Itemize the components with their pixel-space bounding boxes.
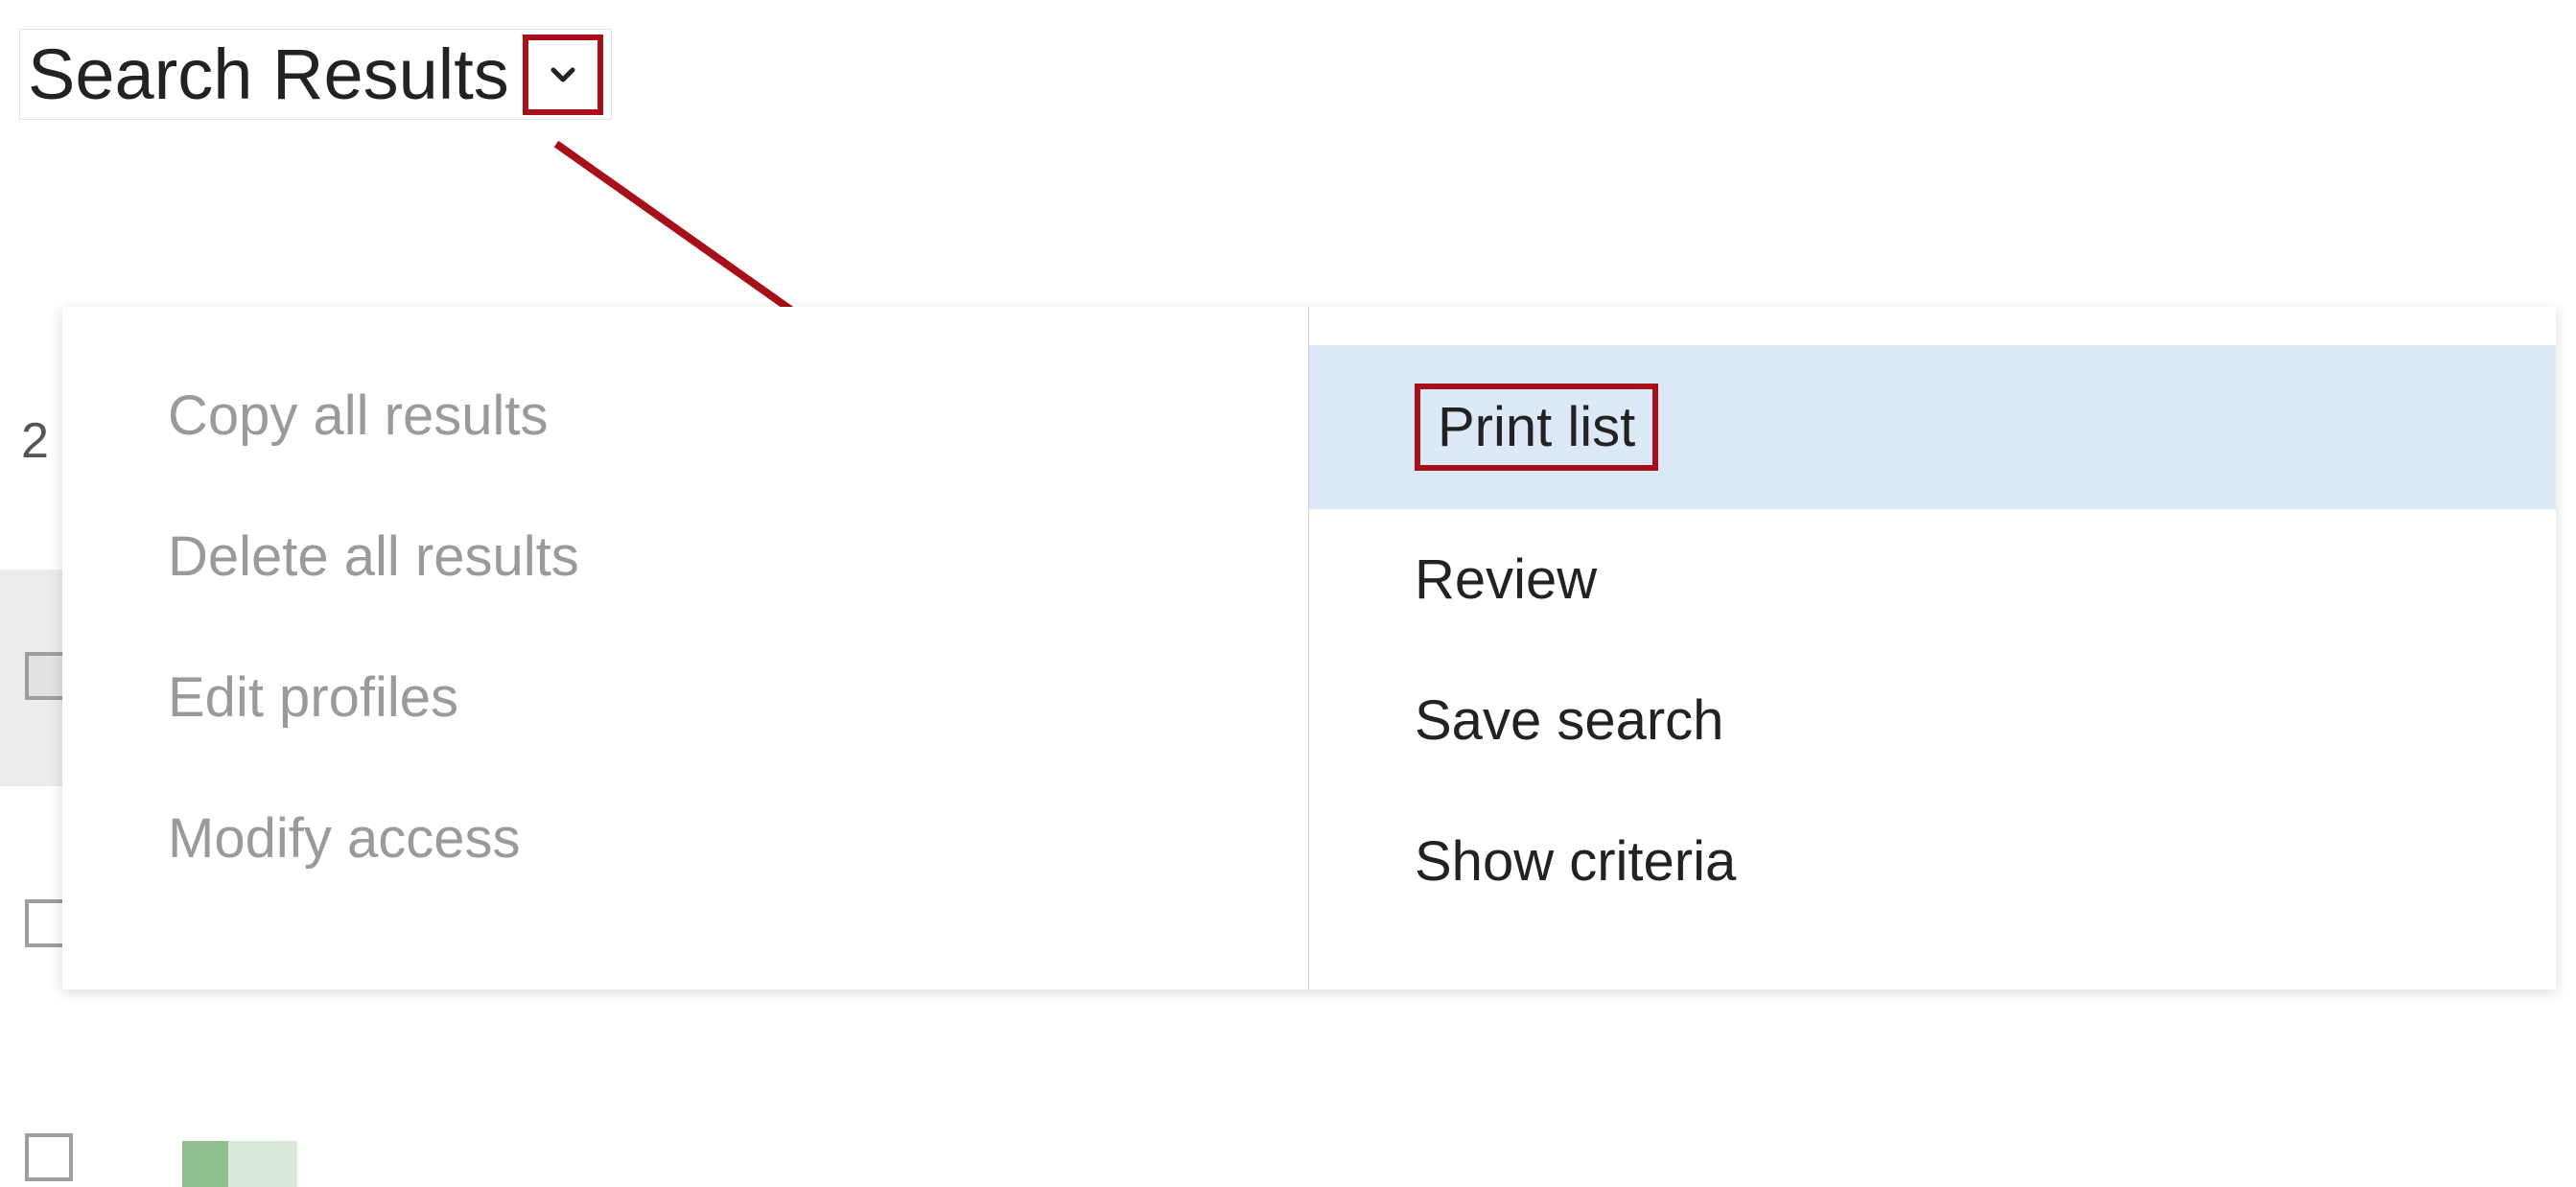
menu-item-label: Show criteria [1415, 829, 1736, 894]
menu-item-label: Modify access [168, 806, 520, 871]
menu-item-label: Review [1415, 547, 1597, 612]
search-results-dropdown[interactable]: Search Results [19, 29, 612, 120]
menu-copy-all-results: Copy all results [62, 345, 1308, 486]
menu-print-list[interactable]: Print list [1309, 345, 2556, 509]
menu-item-label: Save search [1415, 688, 1723, 753]
menu-review[interactable]: Review [1309, 509, 2556, 650]
menu-show-criteria[interactable]: Show criteria [1309, 791, 2556, 932]
menu-col-left: Copy all results Delete all results Edit… [62, 307, 1309, 989]
menu-col-right: Print list Review Save search Show crite… [1309, 307, 2556, 989]
page-title: Search Results [28, 34, 509, 115]
menu-item-label: Delete all results [168, 524, 579, 589]
search-results-menu: Copy all results Delete all results Edit… [62, 307, 2556, 989]
chevron-down-icon[interactable] [523, 35, 603, 115]
menu-edit-profiles: Edit profiles [62, 627, 1308, 768]
result-count-fragment: 2 [21, 412, 49, 470]
menu-item-label: Print list [1415, 384, 1658, 471]
row-checkbox[interactable] [25, 1133, 73, 1181]
row-thumbnail [182, 1141, 297, 1187]
menu-item-label: Copy all results [168, 384, 548, 448]
menu-save-search[interactable]: Save search [1309, 650, 2556, 791]
menu-item-label: Edit profiles [168, 665, 458, 730]
menu-delete-all-results: Delete all results [62, 486, 1308, 627]
menu-modify-access: Modify access [62, 768, 1308, 909]
